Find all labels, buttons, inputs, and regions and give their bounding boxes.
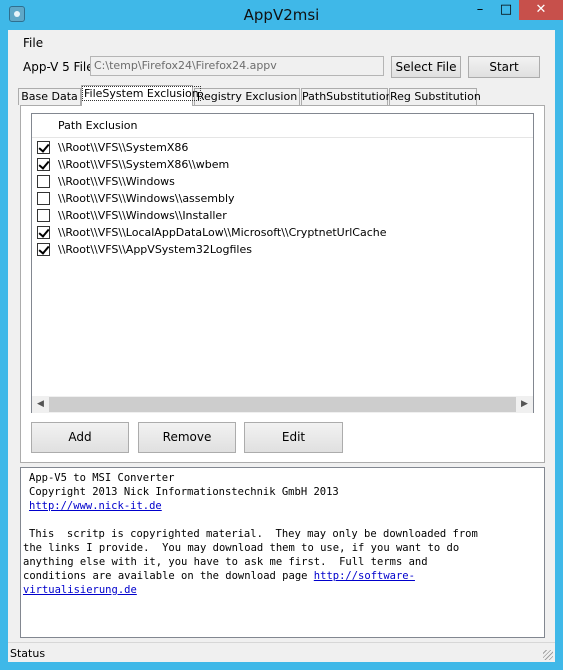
list-item[interactable]: \\Root\\VFS\\Windows\\assembly — [32, 190, 533, 207]
maximize-button[interactable]: □ — [493, 0, 519, 20]
list-header: Path Exclusion — [32, 114, 533, 138]
tab-filesystem-exclusion[interactable]: FileSystem Exclusion — [81, 85, 201, 106]
select-file-button[interactable]: Select File — [391, 56, 461, 78]
info-text: conditions are available on the download… — [23, 570, 314, 582]
info-line: Copyright 2013 Nick Informationstechnik … — [29, 486, 339, 498]
info-text-box[interactable]: App-V5 to MSI Converter Copyright 2013 N… — [20, 467, 545, 638]
horizontal-scrollbar[interactable]: ◀ ▶ — [32, 396, 533, 413]
info-paragraph-line: This scritp is copyrighted material. The… — [29, 528, 478, 540]
row-checkbox[interactable] — [37, 192, 50, 205]
status-text: Status — [10, 647, 46, 660]
resize-grip-icon[interactable] — [543, 650, 553, 660]
app-window: AppV2msi – □ ✕ File App-V 5 File C:\temp… — [0, 0, 563, 670]
scrollbar-thumb[interactable] — [49, 397, 516, 412]
info-paragraph-line: anything else with it, you have to ask m… — [23, 556, 428, 568]
edit-button[interactable]: Edit — [244, 422, 343, 453]
list-item[interactable]: \\Root\\VFS\\Windows — [32, 173, 533, 190]
row-path: \\Root\\VFS\\Windows\\Installer — [58, 209, 227, 222]
website-link[interactable]: http://www.nick-it.de — [29, 499, 162, 513]
row-path: \\Root\\VFS\\Windows — [58, 175, 175, 188]
row-path: \\Root\\VFS\\AppVSystem32Logfiles — [58, 243, 252, 256]
column-header-path-exclusion[interactable]: Path Exclusion — [58, 119, 138, 132]
appv-path-field[interactable]: C:\temp\Firefox24\Firefox24.appv — [90, 56, 384, 76]
info-line: App-V5 to MSI Converter — [29, 472, 175, 484]
list-item[interactable]: \\Root\\VFS\\SystemX86 — [32, 139, 533, 156]
path-exclusion-list[interactable]: Path Exclusion \\Root\\VFS\\SystemX86 \\… — [31, 113, 534, 413]
tab-path-substitution[interactable]: PathSubstitution — [301, 88, 393, 105]
remove-button[interactable]: Remove — [138, 422, 236, 453]
download-link[interactable]: http://software- — [314, 570, 415, 582]
close-button[interactable]: ✕ — [519, 0, 563, 20]
add-button[interactable]: Add — [31, 422, 129, 453]
menu-file[interactable]: File — [23, 36, 43, 50]
tab-base-data[interactable]: Base Data — [18, 88, 81, 105]
appv-file-label: App-V 5 File — [23, 60, 94, 74]
scroll-left-icon[interactable]: ◀ — [32, 396, 49, 413]
list-item[interactable]: \\Root\\VFS\\LocalAppDataLow\\Microsoft\… — [32, 224, 533, 241]
row-path: \\Root\\VFS\\LocalAppDataLow\\Microsoft\… — [58, 226, 387, 239]
row-checkbox[interactable] — [37, 158, 50, 171]
tab-reg-substitution[interactable]: Reg Substitution — [389, 88, 481, 105]
row-checkbox[interactable] — [37, 226, 50, 239]
tab-registry-exclusion[interactable]: Registry Exclusion — [194, 88, 300, 105]
minimize-button[interactable]: – — [467, 0, 493, 20]
list-item[interactable]: \\Root\\VFS\\AppVSystem32Logfiles — [32, 241, 533, 258]
info-paragraph-line: the links I provide. You may download th… — [23, 542, 460, 554]
menu-bar: File — [8, 30, 555, 52]
filesystem-exclusion-panel: Path Exclusion \\Root\\VFS\\SystemX86 \\… — [20, 105, 545, 463]
row-checkbox[interactable] — [37, 175, 50, 188]
row-path: \\Root\\VFS\\Windows\\assembly — [58, 192, 235, 205]
row-checkbox[interactable] — [37, 243, 50, 256]
list-item[interactable]: \\Root\\VFS\\SystemX86\\wbem — [32, 156, 533, 173]
start-button[interactable]: Start — [468, 56, 540, 78]
download-link-continued[interactable]: virtualisierung.de — [23, 583, 137, 597]
scroll-right-icon[interactable]: ▶ — [516, 396, 533, 413]
row-checkbox[interactable] — [37, 141, 50, 154]
row-path: \\Root\\VFS\\SystemX86 — [58, 141, 189, 154]
list-item[interactable]: \\Root\\VFS\\Windows\\Installer — [32, 207, 533, 224]
client-area: File App-V 5 File C:\temp\Firefox24\Fire… — [8, 30, 555, 662]
title-bar[interactable]: AppV2msi – □ ✕ — [0, 0, 563, 30]
status-bar: Status — [8, 642, 555, 662]
row-path: \\Root\\VFS\\SystemX86\\wbem — [58, 158, 230, 171]
row-checkbox[interactable] — [37, 209, 50, 222]
info-paragraph-line: conditions are available on the download… — [23, 569, 415, 583]
